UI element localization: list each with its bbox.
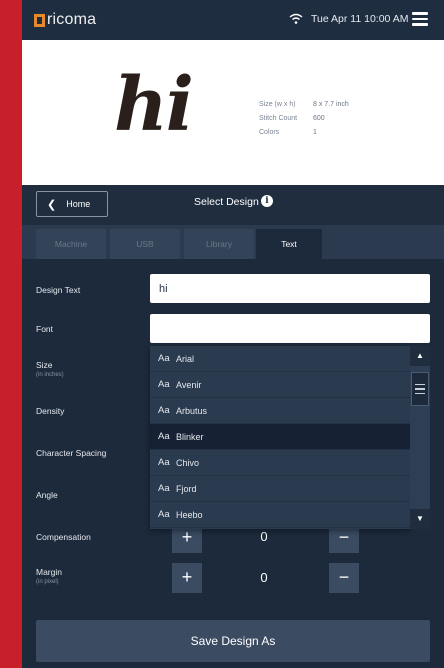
- menu-icon[interactable]: [412, 12, 428, 26]
- chevron-left-icon: ❮: [47, 198, 57, 211]
- logo-mark-icon: [34, 13, 45, 27]
- font-sample: Aa: [158, 405, 170, 416]
- font-option-blinker[interactable]: Aa Blinker: [150, 424, 410, 450]
- size-sublabel: (in inches): [36, 372, 64, 378]
- home-button-label: Home: [66, 199, 91, 209]
- design-text-label: Design Text: [36, 285, 81, 295]
- design-preview: hi Size (w x h) 8 x 7.7 inch Stitch Coun…: [22, 40, 444, 185]
- font-dropdown-scrollbar[interactable]: ▲ ▼: [410, 346, 430, 529]
- font-sample: Aa: [158, 509, 170, 520]
- density-label: Density: [36, 406, 65, 416]
- font-option-avenir[interactable]: Aa Avenir: [150, 372, 410, 398]
- font-label: Font: [36, 324, 54, 334]
- angle-label: Angle: [36, 490, 58, 500]
- app-screen: ricoma Tue Apr 11 10:00 AM hi Size (w x …: [22, 0, 444, 668]
- font-select[interactable]: [150, 314, 430, 343]
- margin-label: Margin (in pixel): [36, 567, 62, 585]
- page-title: Select Design: [194, 196, 259, 208]
- scroll-down-icon[interactable]: ▼: [410, 509, 430, 529]
- margin-sublabel: (in pixel): [36, 579, 59, 585]
- wifi-icon: [289, 13, 303, 24]
- margin-decrease-button[interactable]: −: [329, 563, 359, 593]
- top-bar: ricoma Tue Apr 11 10:00 AM: [22, 0, 444, 40]
- save-design-as-button[interactable]: Save Design As: [36, 620, 430, 662]
- design-specs: Size (w x h) 8 x 7.7 inch Stitch Count 6…: [259, 97, 349, 139]
- source-tabs: Machine USB Library Text: [22, 225, 444, 259]
- design-preview-text: hi: [114, 62, 194, 148]
- datetime: Tue Apr 11 10:00 AM: [311, 13, 409, 25]
- spec-row-size: Size (w x h) 8 x 7.7 inch: [259, 100, 349, 108]
- font-option-arial[interactable]: Aa Arial: [150, 346, 410, 372]
- scroll-up-icon[interactable]: ▲: [410, 346, 430, 366]
- character-spacing-label: Character Spacing: [36, 448, 107, 458]
- font-dropdown: Aa Arial Aa Avenir Aa Arbutus Aa Blinker…: [150, 346, 410, 529]
- tab-library[interactable]: Library: [184, 229, 254, 259]
- spec-row-stitch-count: Stitch Count 600: [259, 114, 325, 122]
- font-option-heebo[interactable]: Aa Heebo: [150, 502, 410, 528]
- logo-text: ricoma: [47, 11, 97, 28]
- font-sample: Aa: [158, 431, 170, 442]
- scroll-thumb-handle[interactable]: [411, 372, 429, 406]
- ricoma-logo: ricoma: [34, 11, 96, 29]
- compensation-value: 0: [260, 529, 268, 544]
- font-sample: Aa: [158, 379, 170, 390]
- font-sample: Aa: [158, 457, 170, 468]
- font-option-arbutus[interactable]: Aa Arbutus: [150, 398, 410, 424]
- font-option-fjord[interactable]: Aa Fjord: [150, 476, 410, 502]
- info-icon[interactable]: i: [261, 195, 273, 207]
- spec-row-colors: Colors 1: [259, 128, 317, 136]
- tab-machine[interactable]: Machine: [36, 229, 106, 259]
- size-label: Size (in inches): [36, 360, 64, 378]
- font-option-chivo[interactable]: Aa Chivo: [150, 450, 410, 476]
- margin-value: 0: [260, 570, 268, 585]
- nav-bar: ❮ Home Select Design i: [22, 185, 444, 225]
- home-button[interactable]: ❮ Home: [36, 191, 108, 217]
- margin-increase-button[interactable]: +: [172, 563, 202, 593]
- font-sample: Aa: [158, 353, 170, 364]
- design-text-input[interactable]: hi: [150, 274, 430, 303]
- compensation-label: Compensation: [36, 532, 91, 542]
- tab-text[interactable]: Text: [256, 229, 322, 259]
- font-sample: Aa: [158, 483, 170, 494]
- tab-usb[interactable]: USB: [110, 229, 180, 259]
